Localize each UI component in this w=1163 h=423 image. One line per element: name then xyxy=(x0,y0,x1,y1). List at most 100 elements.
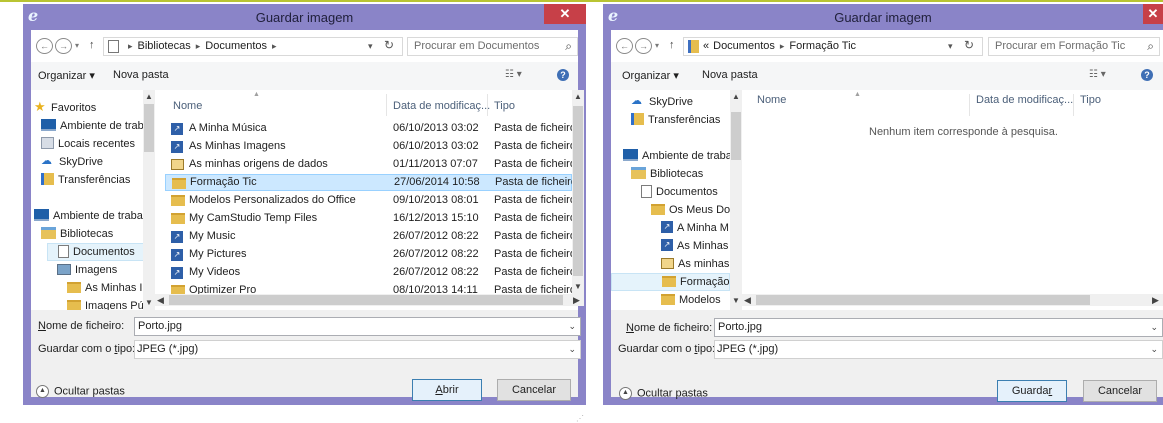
search-icon[interactable]: ⌕ xyxy=(1147,38,1154,55)
file-row[interactable]: Formação Tic 27/06/2014 10:58 Pasta de fic… xyxy=(165,174,573,191)
nav-item-downloads[interactable]: Transferências xyxy=(41,171,150,189)
nav-item-as-minhas-imagens[interactable]: As Minhas Im xyxy=(67,279,150,297)
nav-item-bibliotecas[interactable]: Bibliotecas xyxy=(631,165,730,183)
scrollbar-thumb[interactable] xyxy=(144,104,154,152)
column-divider[interactable] xyxy=(487,94,488,116)
hide-folders-button[interactable]: ▲ Ocultar pastas xyxy=(36,385,125,398)
filename-input[interactable]: Porto.jpg ⌄ xyxy=(134,317,581,336)
scroll-up-icon[interactable]: ▲ xyxy=(143,92,155,101)
help-icon[interactable]: ? xyxy=(1141,69,1153,81)
navigation-pane[interactable]: ☁ SkyDrive Transferências Ambiente de tra… xyxy=(611,90,742,310)
breadcrumb-item-bibliotecas[interactable]: Bibliotecas xyxy=(138,38,191,55)
forward-icon[interactable]: → xyxy=(55,38,72,54)
breadcrumb-item-documentos[interactable]: Documentos xyxy=(713,38,775,55)
title-bar[interactable]: e Guardar imagem ✕ xyxy=(23,4,586,30)
refresh-icon[interactable]: ↻ xyxy=(384,38,394,54)
nav-item-documentos[interactable]: Documentos xyxy=(641,183,730,201)
breadcrumb[interactable]: ▸ Bibliotecas ▸ Documentos ▸ ▾ ↻ xyxy=(103,37,403,56)
column-header-type[interactable]: Tipo xyxy=(1080,92,1101,108)
scroll-down-icon[interactable]: ▼ xyxy=(730,296,742,305)
nav-item-formacao-tic[interactable]: Formação xyxy=(611,273,730,291)
nav-item-documentos[interactable]: Documentos xyxy=(47,243,155,261)
forward-icon[interactable]: → xyxy=(635,38,652,54)
search-input[interactable]: Procurar em Formação Tic ⌕ xyxy=(988,37,1160,56)
nav-item-as-minhas-imagens[interactable]: ↗ As Minhas xyxy=(661,237,730,255)
nav-pane-scrollbar[interactable]: ▲ ▼ xyxy=(730,90,742,310)
new-folder-button[interactable]: Nova pasta xyxy=(113,69,169,81)
column-divider[interactable] xyxy=(1073,94,1074,116)
title-bar[interactable]: e Guardar imagem ✕ xyxy=(603,4,1163,30)
scroll-up-icon[interactable]: ▲ xyxy=(572,92,584,101)
close-button[interactable]: ✕ xyxy=(1143,4,1163,24)
file-row[interactable]: ↗ As Minhas Imagens 06/10/2013 03:02 Pasta … xyxy=(165,138,572,155)
up-icon[interactable]: ↑ xyxy=(89,38,95,53)
scrollbar-thumb[interactable] xyxy=(731,112,741,160)
cancel-button[interactable]: Cancelar xyxy=(1083,380,1157,402)
scroll-left-icon[interactable]: ◀ xyxy=(157,294,164,306)
organize-menu-button[interactable]: Organizar ▾ xyxy=(38,69,95,82)
search-icon[interactable]: ⌕ xyxy=(565,38,572,55)
filetype-select[interactable]: JPEG (*.jpg) ⌄ xyxy=(134,340,581,359)
nav-item-bibliotecas[interactable]: Bibliotecas xyxy=(41,225,150,243)
scroll-up-icon[interactable]: ▲ xyxy=(730,92,742,101)
column-divider[interactable] xyxy=(386,94,387,116)
scroll-right-icon[interactable]: ▶ xyxy=(1152,294,1159,306)
search-input[interactable]: Procurar em Documentos ⌕ xyxy=(407,37,578,56)
nav-item-as-minhas-origens[interactable]: As minhas xyxy=(661,255,730,273)
nav-item-downloads[interactable]: Transferências xyxy=(631,111,730,129)
chevron-right-icon[interactable]: ▸ xyxy=(272,38,277,55)
up-icon[interactable]: ↑ xyxy=(669,38,675,53)
scroll-left-icon[interactable]: ◀ xyxy=(744,294,751,306)
column-header-date[interactable]: Data de modificaç... xyxy=(393,98,490,114)
file-row[interactable]: ↗ A Minha Música 06/10/2013 03:02 Pasta de … xyxy=(165,120,572,137)
column-header-type[interactable]: Tipo xyxy=(494,98,515,114)
filetype-select[interactable]: JPEG (*.jpg) ⌄ xyxy=(714,340,1163,359)
chevron-down-icon[interactable]: ⌄ xyxy=(568,318,576,335)
breadcrumb-item-documentos[interactable]: Documentos xyxy=(205,38,267,55)
view-options-icon[interactable]: ☷ ▾ xyxy=(1089,69,1106,80)
navigation-pane[interactable]: ★ Favoritos Ambiente de trab Locais recen… xyxy=(31,90,155,310)
recent-locations-icon[interactable]: ▾ xyxy=(655,38,659,53)
column-divider[interactable] xyxy=(969,94,970,116)
file-row[interactable]: ↗ My Music 26/07/2012 08:22 Pasta de fichei… xyxy=(165,228,572,245)
nav-item-skydrive[interactable]: ☁ SkyDrive xyxy=(631,93,730,111)
column-header-name[interactable]: Nome xyxy=(757,92,786,108)
nav-item-desktop-tree[interactable]: Ambiente de traba xyxy=(34,207,150,225)
chevron-down-icon[interactable]: ▾ xyxy=(368,38,373,55)
nav-item-desktop-tree[interactable]: Ambiente de traba xyxy=(623,147,730,165)
view-options-icon[interactable]: ☷ ▾ xyxy=(505,69,522,80)
file-row[interactable]: ↗ My Videos 26/07/2012 08:22 Pasta de fiche… xyxy=(165,264,572,281)
file-list-horizontal-scrollbar[interactable]: ◀ ▶ xyxy=(155,294,584,306)
chevron-down-icon[interactable]: ⌄ xyxy=(1150,341,1158,358)
file-list-vertical-scrollbar[interactable]: ▲ ▼ xyxy=(572,90,584,294)
file-row[interactable]: ↗ My Pictures 26/07/2012 08:22 Pasta de fic… xyxy=(165,246,572,263)
nav-item-modelos-personalizados[interactable]: Modelos Pe xyxy=(661,291,721,309)
resize-grip-icon[interactable]: ⋰ xyxy=(576,414,584,423)
nav-item-recent-places[interactable]: Locais recentes xyxy=(41,135,150,153)
back-icon[interactable]: ← xyxy=(36,38,53,54)
close-button[interactable]: ✕ xyxy=(544,4,586,24)
scrollbar-thumb[interactable] xyxy=(169,295,563,305)
cancel-button[interactable]: Cancelar xyxy=(497,379,571,401)
file-row[interactable]: Modelos Personalizados do Office 09/10/20… xyxy=(165,192,572,209)
breadcrumb-overflow[interactable]: « xyxy=(703,38,709,55)
chevron-down-icon[interactable]: ⌄ xyxy=(568,341,576,358)
nav-pane-scrollbar[interactable]: ▲ ▼ xyxy=(143,90,155,310)
back-icon[interactable]: ← xyxy=(616,38,633,54)
column-header-name[interactable]: Nome xyxy=(173,98,202,114)
nav-item-imagens-publicas[interactable]: Imagens Púb xyxy=(67,297,143,310)
column-header-date[interactable]: Data de modificaç... xyxy=(976,92,1073,108)
scrollbar-thumb[interactable] xyxy=(756,295,1090,305)
nav-item-imagens[interactable]: Imagens xyxy=(57,261,150,279)
file-row[interactable]: As minhas origens de dados 01/11/2013 07:… xyxy=(165,156,572,173)
scrollbar-thumb[interactable] xyxy=(573,106,583,276)
recent-locations-icon[interactable]: ▾ xyxy=(75,38,79,53)
nav-item-desktop[interactable]: Ambiente de trab xyxy=(41,117,150,135)
file-row[interactable]: My CamStudio Temp Files 16/12/2013 15:10 P… xyxy=(165,210,572,227)
new-folder-button[interactable]: Nova pasta xyxy=(702,69,758,81)
refresh-icon[interactable]: ↻ xyxy=(964,38,974,54)
scroll-right-icon[interactable]: ▶ xyxy=(573,294,580,306)
scroll-down-icon[interactable]: ▼ xyxy=(572,282,584,291)
breadcrumb-item-formacao-tic[interactable]: Formação Tic xyxy=(789,38,856,55)
hide-folders-button[interactable]: ▲ Ocultar pastas xyxy=(619,387,708,400)
